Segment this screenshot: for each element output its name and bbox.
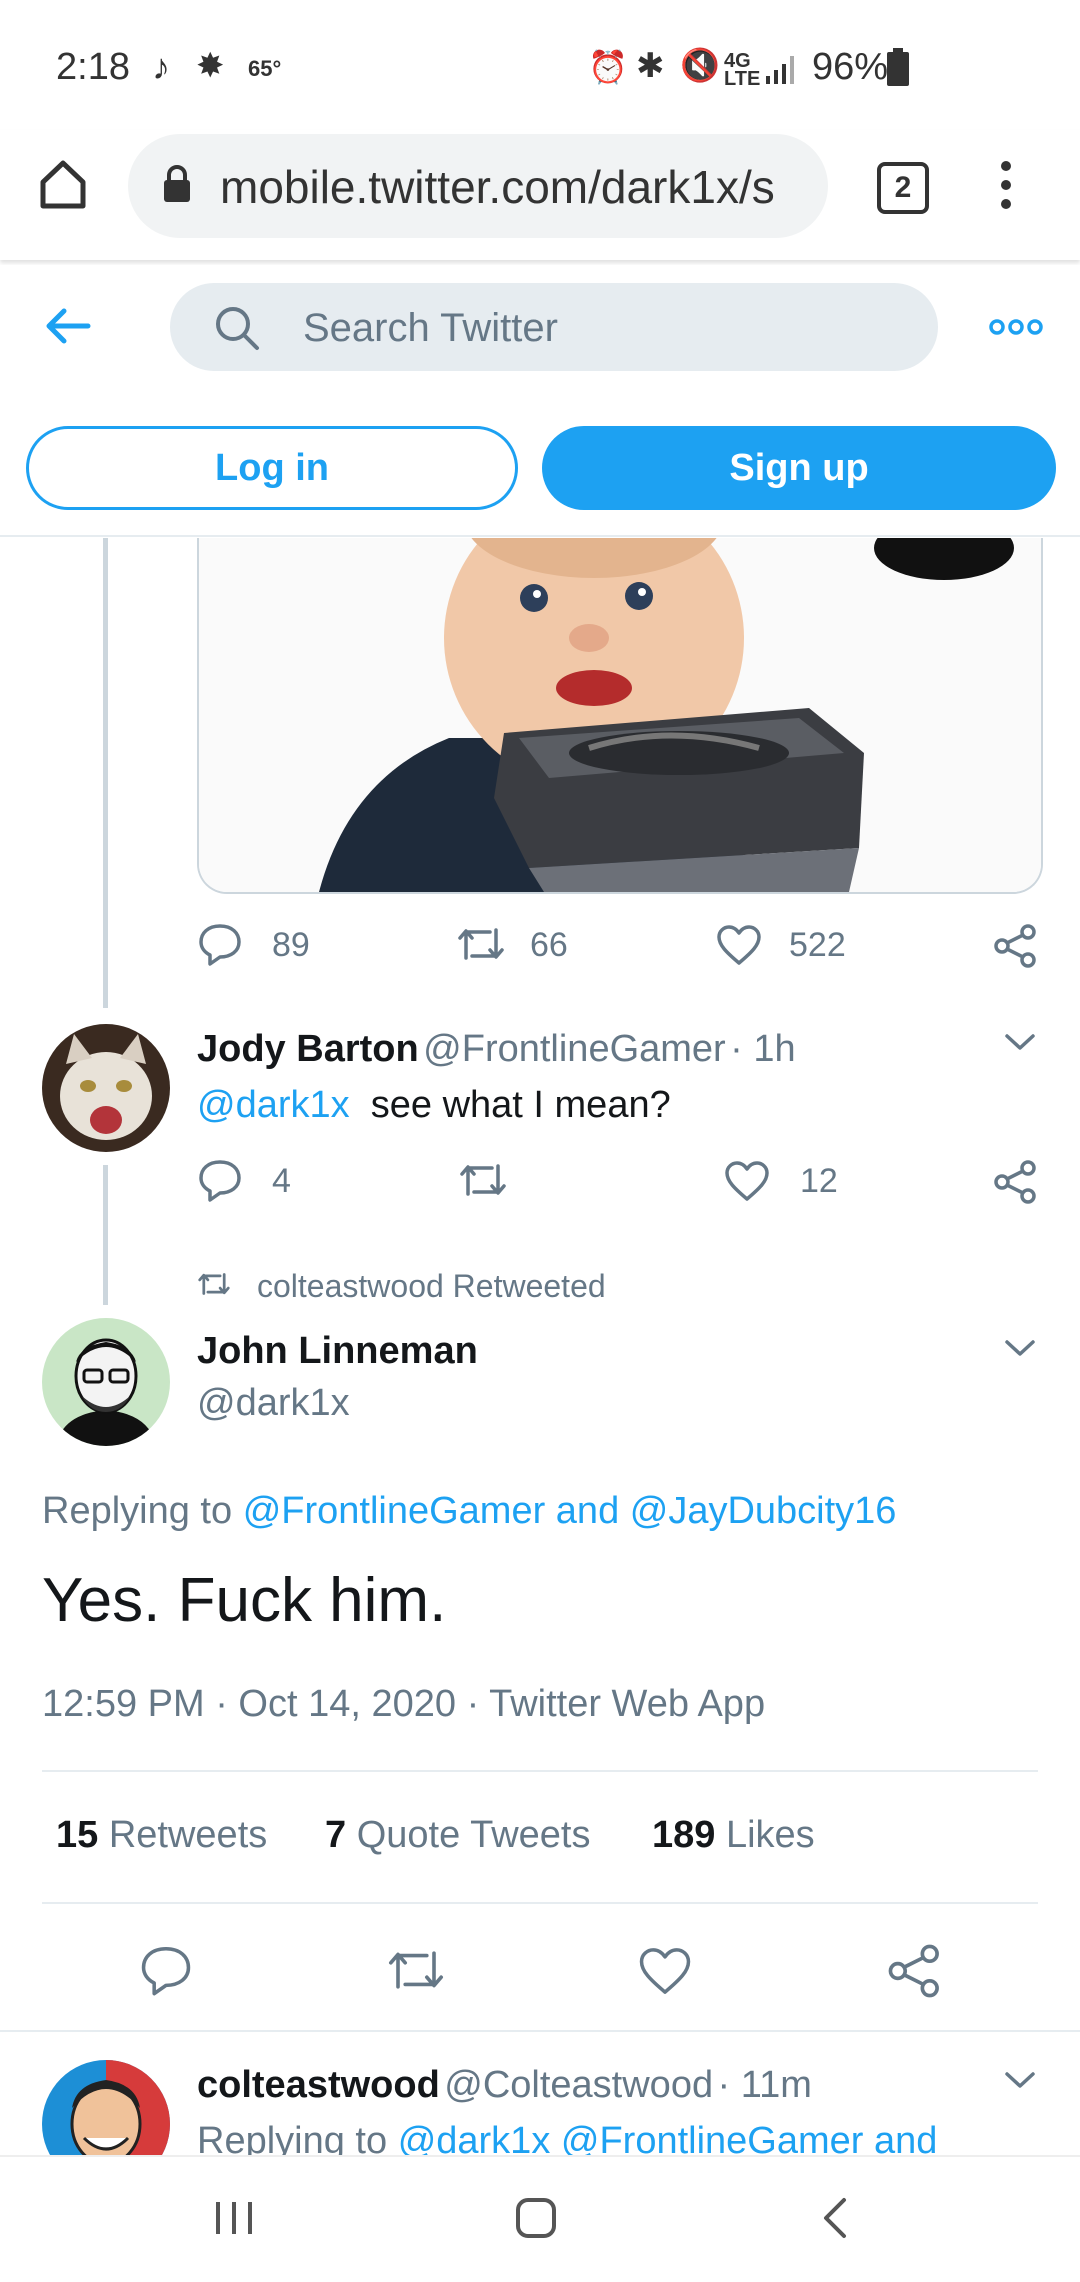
quote-tweets-stat[interactable]: 7 Quote Tweets: [325, 1814, 590, 1857]
divider: [0, 2030, 1080, 2032]
lte-icon: 4G LTE: [724, 50, 761, 90]
divider: [42, 1770, 1038, 1772]
replying-to-handles[interactable]: @FrontlineGamer and @JayDubcity16: [243, 1490, 897, 1532]
like-icon[interactable]: [638, 1946, 692, 1996]
bluetooth-icon: ✱: [636, 47, 665, 85]
main-tweet-text: Yes. Fuck him.: [42, 1566, 447, 1635]
share-icon[interactable]: [994, 924, 1038, 968]
divider: [42, 1902, 1038, 1904]
cat-avatar-image: [42, 1024, 170, 1152]
retweet-indicator-icon: [198, 1273, 230, 1295]
signal-icon: [766, 56, 794, 84]
thread-line: [103, 1165, 108, 1305]
url-text[interactable]: mobile.twitter.com/dark1x/s: [220, 160, 805, 214]
tweet-author-handle[interactable]: @dark1x: [197, 1382, 350, 1425]
reply-icon[interactable]: [198, 922, 242, 966]
home-nav-icon[interactable]: [514, 2196, 558, 2240]
recents-icon[interactable]: [212, 2198, 256, 2238]
chevron-down-icon[interactable]: [1004, 1032, 1036, 1052]
status-bar: 2:18 ♪ ✸ 65° ⏰ ✱ 🔇 4G LTE 96%: [0, 0, 1080, 130]
tweet-text: @dark1x see what I mean?: [197, 1084, 671, 1127]
status-temperature: 65°: [248, 56, 282, 81]
tweet-author-handle[interactable]: @FrontlineGamer: [423, 1028, 726, 1070]
tweet-mention[interactable]: @dark1x: [197, 1084, 350, 1126]
reply-icon[interactable]: [140, 1944, 192, 1996]
tweet-author-name[interactable]: colteastwood: [197, 2064, 440, 2106]
like-icon[interactable]: [716, 924, 762, 966]
retweet-icon[interactable]: [456, 924, 506, 964]
share-icon[interactable]: [994, 1160, 1038, 1204]
chevron-down-icon[interactable]: [1004, 2070, 1036, 2090]
replying-to-prefix: Replying to: [42, 1490, 233, 1532]
like-count: 522: [789, 926, 846, 964]
retweet-icon[interactable]: [386, 1946, 446, 1994]
tab-switcher-button[interactable]: 2: [877, 162, 929, 214]
avatar[interactable]: [42, 1024, 170, 1152]
status-time: 2:18: [56, 46, 130, 88]
more-horizontal-icon[interactable]: [988, 317, 1044, 337]
tweet-author-name[interactable]: John Linneman: [197, 1330, 478, 1373]
tweet-timestamp[interactable]: 12:59 PM · Oct 14, 2020 · Twitter Web Ap…: [42, 1683, 765, 1726]
replying-to: Replying to @FrontlineGamer and @JayDubc…: [42, 1490, 896, 1533]
weather-icon: ✸: [196, 47, 225, 85]
signup-button[interactable]: Sign up: [542, 426, 1056, 510]
tweet-header: Jody Barton @FrontlineGamer · 1h: [197, 1028, 796, 1071]
alarm-icon: ⏰: [588, 49, 628, 85]
retweeted-by-label[interactable]: colteastwood Retweeted: [257, 1268, 606, 1305]
retweet-icon[interactable]: [458, 1160, 508, 1200]
like-count: 12: [800, 1162, 838, 1200]
search-icon: [216, 307, 259, 350]
lock-icon: [164, 165, 190, 202]
back-arrow-icon[interactable]: [44, 306, 92, 346]
more-vert-icon[interactable]: [996, 160, 1016, 210]
retweets-stat[interactable]: 15 Retweets: [56, 1814, 267, 1857]
tweet-time[interactable]: · 11m: [718, 2064, 812, 2106]
login-button[interactable]: Log in: [26, 426, 518, 510]
likes-stat[interactable]: 189 Likes: [652, 1814, 815, 1857]
reply-icon[interactable]: [198, 1158, 242, 1202]
battery-icon: [887, 48, 909, 86]
mute-icon: 🔇: [680, 47, 720, 83]
share-icon[interactable]: [888, 1944, 942, 1998]
thread-line: [103, 538, 108, 1008]
tweet-media-image[interactable]: [197, 538, 1043, 894]
avatar[interactable]: [42, 1318, 170, 1446]
retweet-count: 66: [530, 926, 568, 964]
battery-percent: 96%: [812, 46, 889, 88]
baby-with-fan-image: [199, 538, 1041, 892]
reply-count: 4: [272, 1162, 291, 1200]
home-icon[interactable]: [38, 158, 88, 210]
tweet-header: colteastwood @Colteastwood · 11m: [197, 2064, 812, 2107]
tiktok-icon: ♪: [152, 46, 170, 87]
tweet-time[interactable]: · 1h: [730, 1028, 795, 1070]
tweet-body: see what I mean?: [370, 1084, 671, 1126]
reply-count: 89: [272, 926, 310, 964]
john-linneman-avatar-image: [42, 1318, 170, 1446]
search-placeholder: Search Twitter: [303, 306, 558, 350]
tweet-author-name[interactable]: Jody Barton: [197, 1028, 419, 1070]
like-icon[interactable]: [724, 1160, 770, 1202]
back-nav-icon[interactable]: [820, 2196, 850, 2240]
tweet-author-handle[interactable]: @Colteastwood: [444, 2064, 713, 2106]
chevron-down-icon[interactable]: [1004, 1338, 1036, 1358]
